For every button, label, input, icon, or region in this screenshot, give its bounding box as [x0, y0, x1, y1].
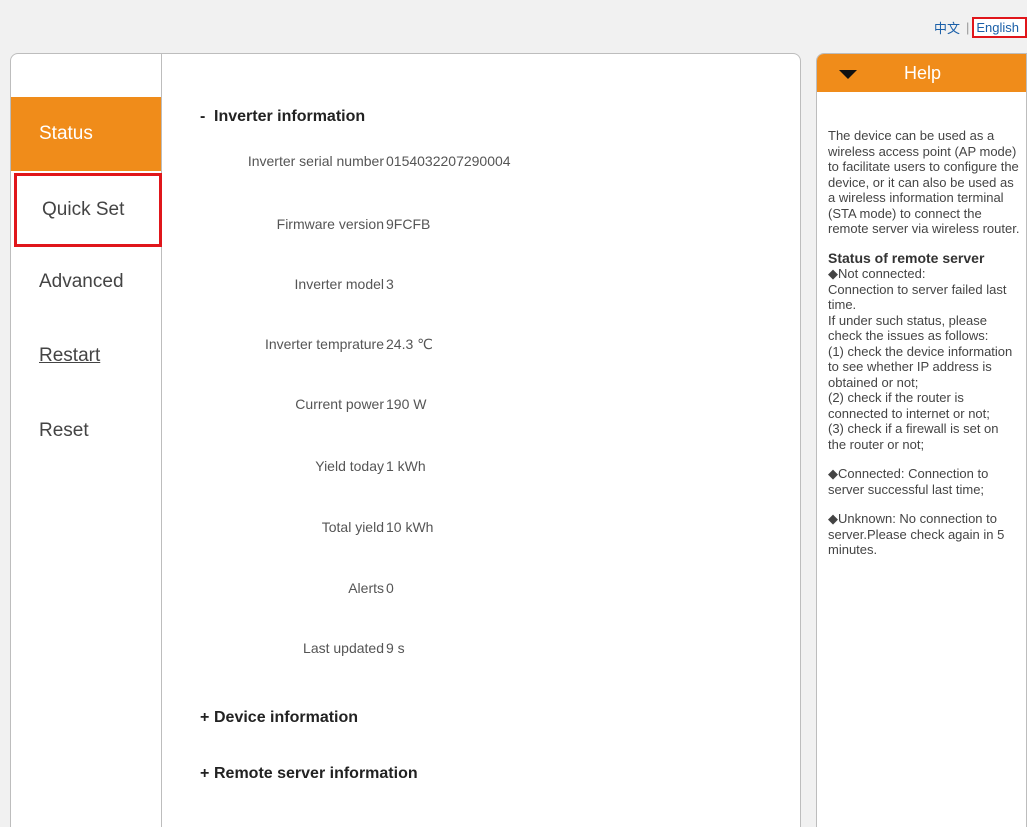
info-label: Total yield — [321, 519, 384, 535]
help-check-2: (2) check if the router is connected to … — [828, 390, 990, 421]
info-value: 0154032207290004 — [386, 153, 511, 169]
info-label: Yield today — [315, 458, 384, 474]
help-not-connected-text: Connection to server failed last time. — [828, 281, 1007, 313]
help-intro: The device can be used as a wireless acc… — [828, 128, 1020, 236]
help-status-section: Status of remote server ◆Not connected: … — [828, 249, 1020, 453]
expand-icon: + — [200, 765, 210, 782]
section-device-information[interactable]: + Device information — [200, 709, 358, 727]
status-content: - Inverter information Inverter serial nu… — [162, 54, 800, 827]
info-label: Inverter temprature — [264, 336, 384, 352]
nav-quick-set[interactable]: Quick Set — [14, 173, 162, 247]
help-body: The device can be used as a wireless acc… — [817, 92, 1026, 558]
info-value: 10 kWh — [386, 519, 434, 535]
help-check-3: (3) check if a firewall is set on the ro… — [828, 421, 999, 452]
info-label: Inverter serial number — [247, 153, 384, 169]
help-status-title: Status of remote server — [828, 249, 985, 266]
nav-status[interactable]: Status — [11, 97, 161, 171]
language-switcher: 中文 | English — [934, 16, 1027, 38]
section-title: Remote server information — [214, 765, 418, 782]
info-value: 190 W — [386, 396, 427, 412]
help-if-under: If under such status, please check the i… — [828, 312, 989, 344]
lang-english-link[interactable]: English — [972, 16, 1027, 38]
main-panel: Status Quick Set Advanced Restart Reset … — [10, 53, 801, 827]
nav-restart-label: Restart — [39, 345, 101, 366]
collapse-icon: - — [200, 108, 206, 125]
help-check-1: (1) check the device information to see … — [828, 343, 1013, 390]
lang-separator: | — [965, 19, 970, 35]
help-panel: Help The device can be used as a wireles… — [816, 53, 1027, 827]
nav-reset[interactable]: Reset — [11, 394, 161, 468]
lang-chinese-link[interactable]: 中文 — [934, 18, 960, 37]
nav-advanced[interactable]: Advanced — [11, 245, 161, 319]
info-value: 9FCFB — [386, 216, 431, 232]
section-inverter-information[interactable]: - Inverter information — [200, 108, 365, 126]
info-label: Last updated — [303, 640, 384, 656]
section-remote-server-information[interactable]: + Remote server information — [200, 765, 418, 783]
help-unknown: ◆Unknown: No connection to server.Please… — [828, 511, 1005, 557]
triangle-down-icon — [839, 70, 857, 79]
info-value: 9 s — [386, 640, 405, 656]
help-not-connected-head: ◆Not connected: — [828, 266, 926, 281]
nav-restart[interactable]: Restart — [11, 319, 161, 393]
info-value: 3 — [386, 276, 394, 292]
section-title: Device information — [214, 709, 359, 726]
info-value: 1 kWh — [386, 458, 426, 474]
nav-reset-label: Reset — [39, 420, 89, 441]
sidebar-nav: Status Quick Set Advanced Restart Reset — [11, 54, 162, 827]
info-label: Current power — [295, 396, 384, 412]
nav-quick-set-label: Quick Set — [42, 199, 125, 220]
nav-advanced-label: Advanced — [39, 271, 124, 292]
help-title: Help — [904, 63, 942, 83]
info-label: Alerts — [348, 580, 384, 596]
info-value: 24.3 ℃ — [386, 336, 433, 352]
info-label: Firmware version — [276, 216, 384, 232]
help-connected: ◆Connected: Connection to server success… — [828, 466, 989, 497]
nav-status-label: Status — [39, 123, 93, 144]
expand-icon: + — [200, 709, 210, 726]
info-label: Inverter model — [294, 276, 384, 292]
help-header[interactable]: Help — [817, 54, 1026, 92]
section-title: Inverter information — [214, 108, 366, 125]
info-value: 0 — [386, 580, 394, 596]
